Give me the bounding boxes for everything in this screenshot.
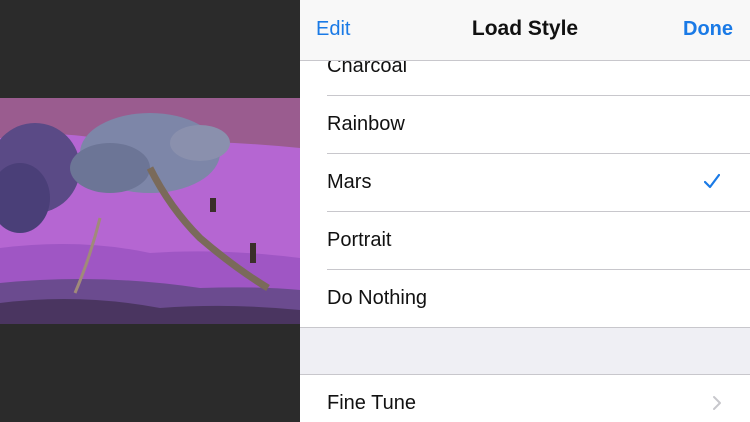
list-item-rainbow[interactable]: Rainbow <box>300 96 750 154</box>
list-item-do-nothing[interactable]: Do Nothing <box>300 270 750 328</box>
fine-tune-row[interactable]: Fine Tune <box>300 374 750 422</box>
list-item-label: Portrait <box>327 229 392 251</box>
list-item-label: Do Nothing <box>327 287 428 309</box>
photo-image <box>0 98 300 324</box>
photo-preview[interactable] <box>0 98 300 324</box>
navigation-bar: Edit Load Style Done <box>300 0 750 61</box>
fine-tune-label: Fine Tune <box>327 392 416 414</box>
style-list: Charcoal Rainbow Mars Portrait Do Nothin… <box>300 38 750 328</box>
list-item-portrait[interactable]: Portrait <box>300 212 750 270</box>
checkmark-icon <box>704 173 720 189</box>
list-item-label: Rainbow <box>327 113 405 135</box>
app-screen: Charcoal Rainbow Mars Portrait Do Nothin… <box>0 0 750 422</box>
list-item-label: Mars <box>327 171 372 193</box>
photo-pane <box>0 0 300 422</box>
list-item-mars[interactable]: Mars <box>300 154 750 212</box>
style-panel: Charcoal Rainbow Mars Portrait Do Nothin… <box>300 0 750 422</box>
done-button[interactable]: Done <box>683 18 733 41</box>
chevron-right-icon <box>713 396 721 410</box>
group-spacer <box>300 328 750 374</box>
